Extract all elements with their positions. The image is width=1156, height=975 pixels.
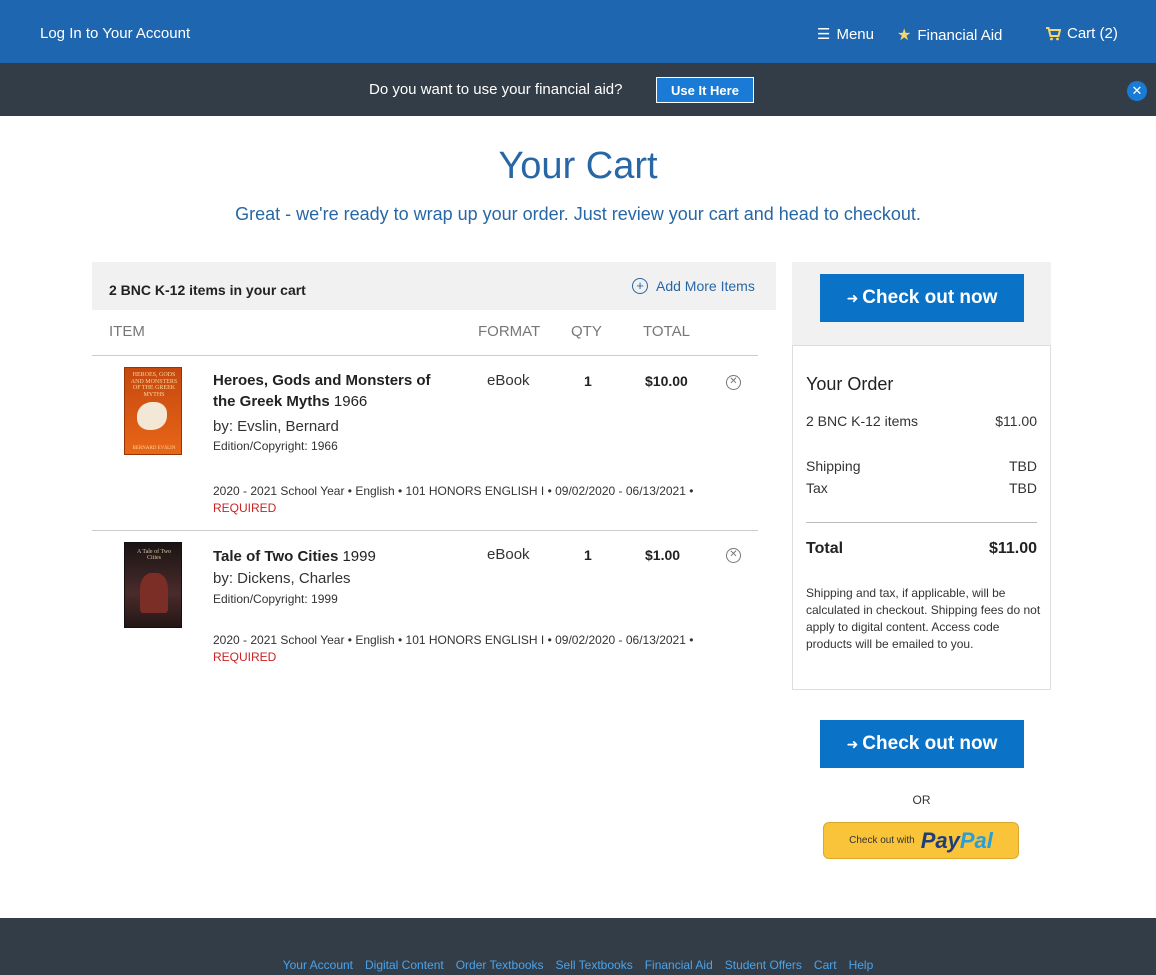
book-cover-two-cities[interactable]: A Tale of Two Cities bbox=[124, 542, 182, 628]
menu-link[interactable]: ☰ Menu bbox=[817, 25, 874, 44]
login-link[interactable]: Log In to Your Account bbox=[40, 25, 190, 42]
col-total: TOTAL bbox=[643, 323, 690, 340]
order-summary: Your Order 2 BNC K-12 items $11.00 Shipp… bbox=[792, 345, 1051, 690]
tax-value: TBD bbox=[1009, 480, 1037, 496]
cart-label: Cart (2) bbox=[1067, 25, 1118, 42]
use-it-here-button[interactable]: Use It Here bbox=[656, 77, 754, 103]
order-note: Shipping and tax, if applicable, will be… bbox=[806, 586, 1041, 651]
footer-link-order-textbooks[interactable]: Order Textbooks bbox=[456, 958, 544, 972]
checkout-label: Check out now bbox=[862, 733, 998, 754]
total-value: $11.00 bbox=[988, 540, 1037, 557]
top-nav: Log In to Your Account ☰ Menu ★ Financia… bbox=[0, 0, 1156, 63]
menu-label: Menu bbox=[836, 25, 874, 43]
close-banner-icon[interactable]: ✕ bbox=[1127, 81, 1147, 101]
item-author: by: Dickens, Charles bbox=[213, 570, 351, 587]
plus-circle-icon: + bbox=[632, 278, 648, 294]
remove-item-icon[interactable]: ✕ bbox=[726, 548, 741, 563]
required-label: REQUIRED bbox=[213, 501, 277, 515]
item-title-text: Heroes, Gods and Monsters of the Greek M… bbox=[213, 372, 431, 410]
arrow-circle-icon: ➜ bbox=[846, 736, 859, 752]
cover-author-text: BERNARD EVSLIN bbox=[132, 446, 176, 451]
cover-title-text: HEROES, GODS AND MONSTERS OF THE GREEK M… bbox=[130, 372, 178, 398]
footer-link-sell-textbooks[interactable]: Sell Textbooks bbox=[556, 958, 633, 972]
hamburger-icon: ☰ bbox=[817, 26, 831, 43]
cart-header: 2 BNC K-12 items in your cart + Add More… bbox=[92, 262, 776, 310]
paypal-pay: Pay bbox=[920, 827, 960, 853]
order-title: Your Order bbox=[806, 374, 894, 394]
remove-item-icon[interactable]: ✕ bbox=[726, 375, 741, 390]
divider bbox=[92, 530, 758, 531]
cover-title-text: A Tale of Two Cities bbox=[136, 549, 172, 561]
arrow-circle-icon: ➜ bbox=[846, 290, 859, 306]
item-year: 1966 bbox=[333, 393, 368, 410]
col-qty: QTY bbox=[571, 323, 602, 340]
checkout-now-button[interactable]: ➜ Check out now bbox=[820, 274, 1024, 322]
financial-aid-link[interactable]: ★ Financial Aid bbox=[897, 25, 1002, 45]
required-label: REQUIRED bbox=[213, 650, 277, 664]
tax-label: Tax bbox=[806, 480, 828, 496]
or-separator: OR bbox=[912, 793, 931, 807]
book-cover-heroes[interactable]: HEROES, GODS AND MONSTERS OF THE GREEK M… bbox=[124, 367, 182, 455]
order-divider bbox=[806, 522, 1037, 523]
financial-aid-label: Financial Aid bbox=[917, 26, 1003, 44]
item-edition: Edition/Copyright: 1966 bbox=[213, 439, 338, 453]
item-format: eBook bbox=[487, 372, 530, 389]
checkout-now-button-bottom[interactable]: ➜ Check out now bbox=[820, 720, 1024, 768]
aid-question: Do you want to use your financial aid? bbox=[369, 81, 623, 98]
item-format: eBook bbox=[487, 546, 530, 563]
page-subtitle: Great - we're ready to wrap up your orde… bbox=[235, 204, 921, 224]
financial-aid-banner: Do you want to use your financial aid? U… bbox=[0, 63, 1156, 116]
paypal-checkout-button[interactable]: Check out with PayPal bbox=[823, 822, 1019, 859]
item-total: $1.00 bbox=[645, 547, 681, 563]
item-meta: 2020 - 2021 School Year • English • 101 … bbox=[213, 483, 733, 517]
item-total: $10.00 bbox=[645, 373, 688, 389]
order-total-row: Total $11.00 bbox=[806, 540, 1037, 558]
footer-link-digital-content[interactable]: Digital Content bbox=[365, 958, 444, 972]
paypal-pal: Pal bbox=[959, 827, 993, 853]
total-label: Total bbox=[806, 540, 844, 557]
cart-link[interactable]: Cart (2) bbox=[1045, 25, 1118, 42]
item-author: by: Evslin, Bernard bbox=[213, 418, 339, 435]
footer-link-cart[interactable]: Cart bbox=[814, 958, 837, 972]
col-format: FORMAT bbox=[478, 323, 541, 340]
item-qty: 1 bbox=[584, 547, 592, 563]
footer-links: Your Account Digital Content Order Textboo… bbox=[0, 958, 1156, 972]
checkout-label: Check out now bbox=[862, 287, 998, 308]
order-tax-row: Tax TBD bbox=[806, 480, 1037, 496]
order-items-label: 2 BNC K-12 items bbox=[806, 413, 919, 429]
item-meta: 2020 - 2021 School Year • English • 101 … bbox=[213, 632, 733, 666]
footer-link-your-account[interactable]: Your Account bbox=[283, 958, 353, 972]
order-items-value: $11.00 bbox=[995, 413, 1037, 429]
shipping-value: TBD bbox=[1009, 458, 1037, 474]
item-title-text: Tale of Two Cities bbox=[213, 548, 339, 565]
footer: Your Account Digital Content Order Textboo… bbox=[0, 918, 1156, 975]
footer-link-help[interactable]: Help bbox=[849, 958, 874, 972]
order-shipping-row: Shipping TBD bbox=[806, 458, 1037, 474]
paypal-small-text: Check out with bbox=[849, 835, 915, 846]
order-items-row: 2 BNC K-12 items $11.00 bbox=[806, 413, 1037, 429]
col-item: ITEM bbox=[109, 323, 145, 340]
add-more-items-link[interactable]: + Add More Items bbox=[632, 278, 755, 294]
shipping-label: Shipping bbox=[806, 458, 861, 474]
item-title[interactable]: Tale of Two Cities 1999 bbox=[213, 546, 453, 567]
item-title[interactable]: Heroes, Gods and Monsters of the Greek M… bbox=[213, 370, 453, 412]
cart-icon bbox=[1046, 26, 1061, 40]
add-more-label: Add More Items bbox=[656, 278, 755, 294]
item-meta-text: 2020 - 2021 School Year • English • 101 … bbox=[213, 633, 694, 647]
star-icon: ★ bbox=[897, 27, 912, 44]
cart-count: 2 BNC K-12 items in your cart bbox=[109, 282, 306, 298]
footer-link-financial-aid[interactable]: Financial Aid bbox=[645, 958, 713, 972]
item-meta-text: 2020 - 2021 School Year • English • 101 … bbox=[213, 484, 694, 498]
footer-link-student-offers[interactable]: Student Offers bbox=[725, 958, 802, 972]
pegasus-illustration bbox=[137, 402, 167, 430]
item-year: 1999 bbox=[342, 548, 376, 565]
item-qty: 1 bbox=[584, 373, 592, 389]
divider bbox=[92, 355, 758, 356]
paypal-logo: PayPal bbox=[921, 828, 993, 854]
page-title: Your Cart bbox=[498, 145, 658, 187]
item-edition: Edition/Copyright: 1999 bbox=[213, 592, 338, 606]
portrait-illustration bbox=[140, 573, 168, 613]
